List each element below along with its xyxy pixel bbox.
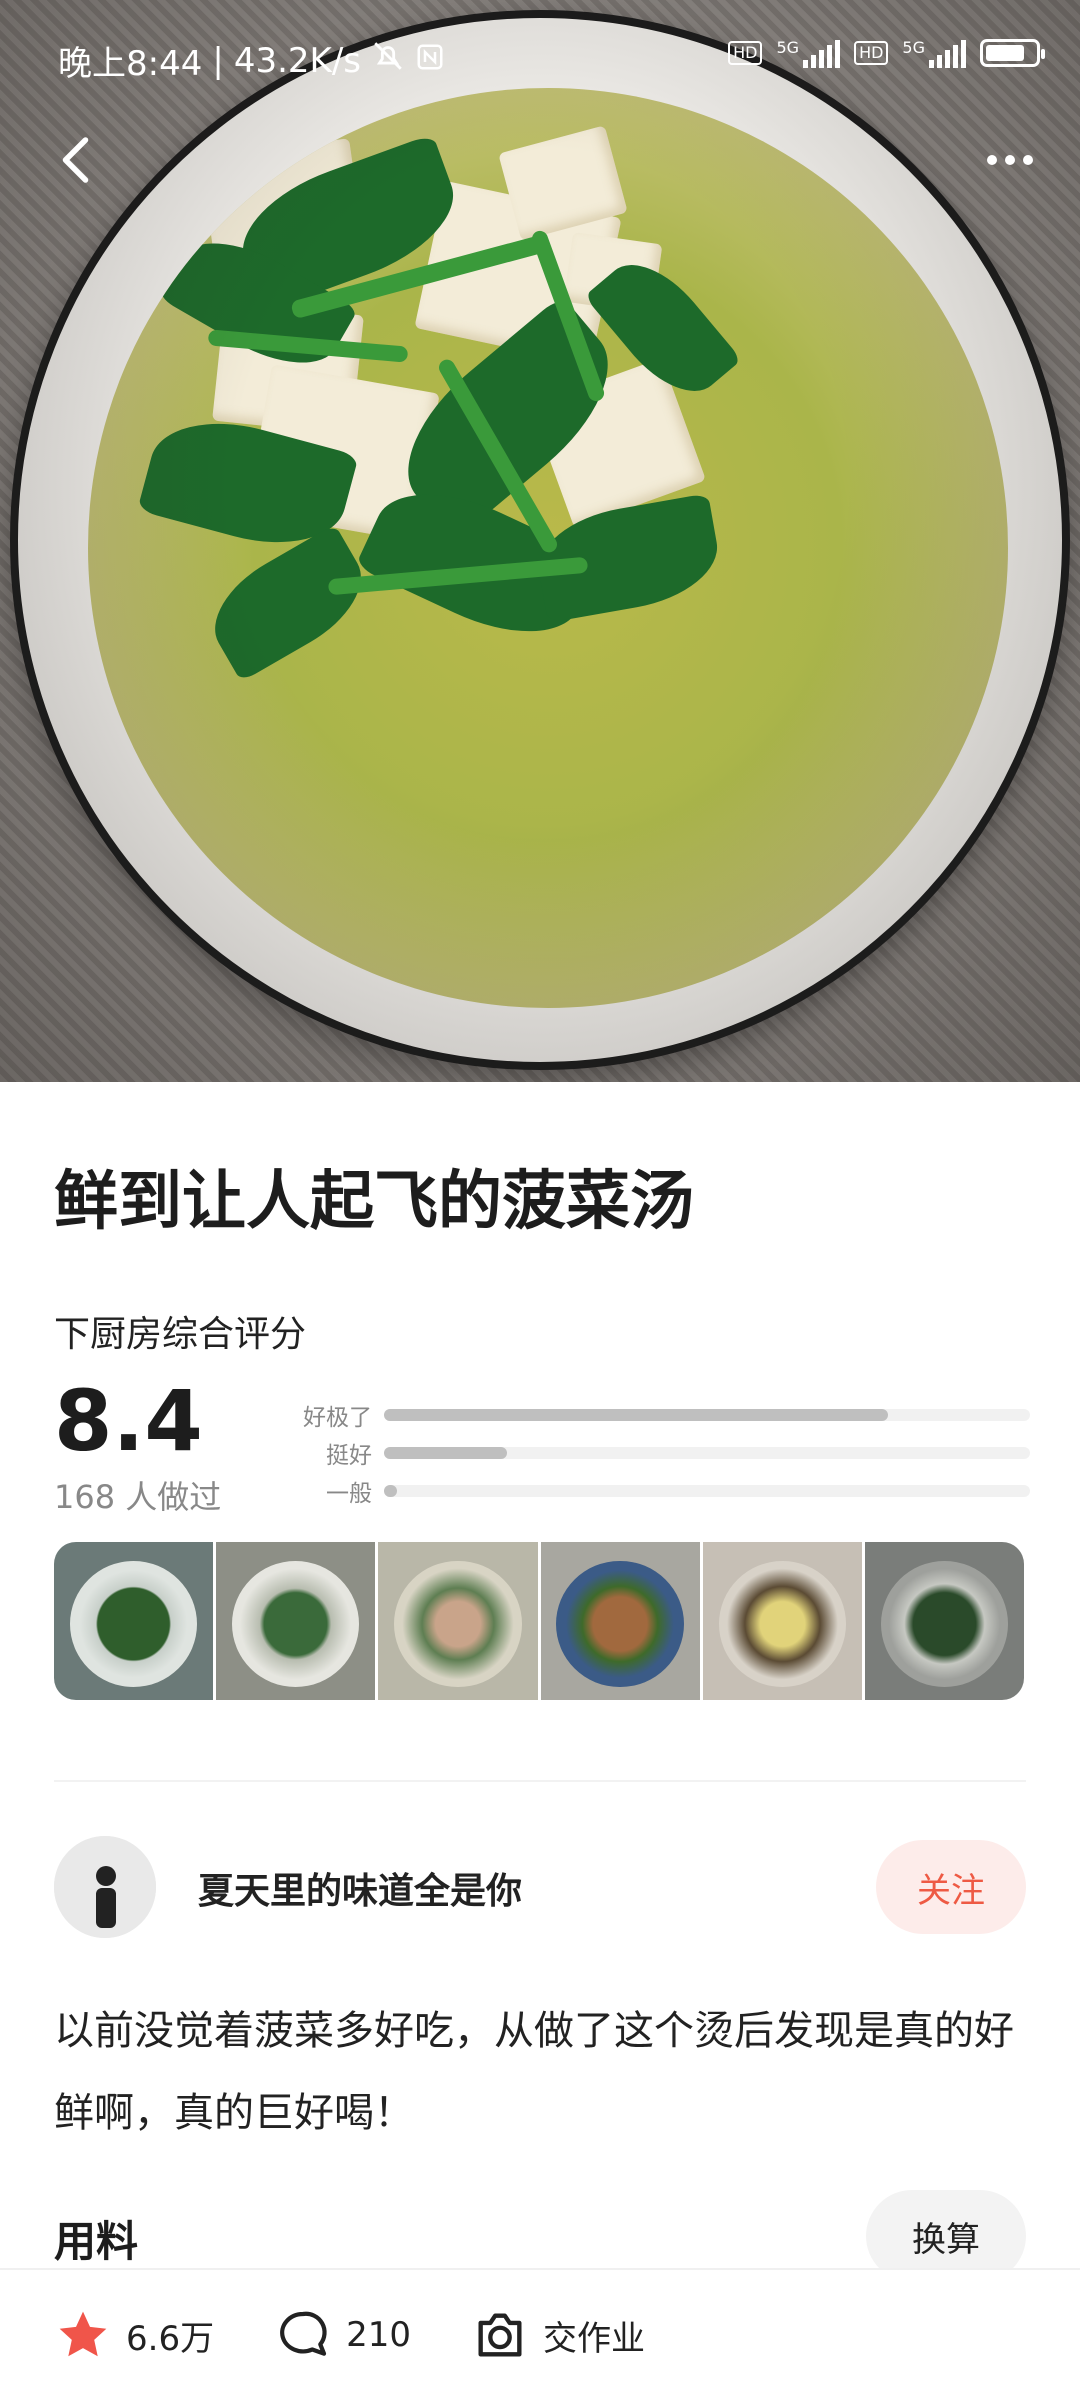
more-button[interactable] — [980, 140, 1040, 180]
rating-row-label: 挺好 — [326, 1443, 372, 1469]
recipe-title: 鲜到让人起飞的菠菜汤 — [54, 1165, 694, 1239]
user-photo[interactable] — [702, 1542, 865, 1700]
signal-icon-2: 5G — [902, 38, 966, 68]
made-count[interactable]: 168 人做过 — [54, 1472, 221, 1518]
rating-breakdown: 好极了 挺好 一般 — [290, 1396, 1030, 1510]
hd-badge-2: HD — [854, 41, 889, 65]
favorite-button[interactable]: 6.6万 — [54, 2306, 214, 2364]
divider — [54, 1780, 1026, 1782]
author-avatar[interactable] — [54, 1836, 156, 1938]
back-button[interactable] — [48, 130, 108, 190]
status-time: 晚上8:44 — [58, 44, 203, 84]
comment-icon — [274, 2306, 332, 2364]
rating-bar-fill — [384, 1409, 888, 1421]
rating-row: 好极了 — [290, 1396, 1030, 1434]
comment-button[interactable]: 210 — [274, 2306, 411, 2364]
rating-bar-fill — [384, 1485, 397, 1497]
user-photos-strip[interactable] — [54, 1542, 1024, 1700]
favorite-count: 6.6万 — [126, 2318, 215, 2359]
signal-icon-1: 5G — [776, 38, 841, 68]
rating-row: 挺好 — [290, 1434, 1030, 1472]
star-icon — [54, 2306, 112, 2364]
author-name[interactable]: 夏天里的味道全是你 — [198, 1862, 522, 1914]
user-photo[interactable] — [540, 1542, 703, 1700]
recipe-description: 以前没觉着菠菜多好吃，从做了这个烫后发现是真的好鲜啊，真的巨好喝！ — [54, 2008, 1014, 2136]
rating-label: 下厨房综合评分 — [54, 1314, 307, 1355]
follow-button[interactable]: 关注 — [876, 1840, 1026, 1934]
hero-image[interactable]: 晚上8:44 | 43.2K/s HD 5G HD 5G — [0, 0, 1080, 1082]
rating-row: 一般 — [290, 1472, 1030, 1510]
avatar-image — [54, 1836, 156, 1938]
ingredients-heading: 用料 — [54, 2217, 139, 2266]
rating-bar-fill — [384, 1447, 507, 1459]
hd-badge-1: HD — [728, 41, 763, 65]
back-arrow-icon — [62, 137, 89, 183]
homework-button[interactable]: 交作业 — [471, 2306, 645, 2364]
rating-row-label: 好极了 — [303, 1405, 372, 1431]
nfc-icon — [415, 41, 445, 81]
more-icon — [987, 155, 997, 165]
bell-mute-icon — [371, 39, 405, 82]
status-bar: 晚上8:44 | 43.2K/s HD 5G HD 5G — [0, 0, 1080, 110]
user-photo[interactable] — [216, 1542, 379, 1700]
rating-score: 8.4 — [54, 1372, 203, 1470]
user-photo[interactable] — [378, 1542, 541, 1700]
user-photo[interactable] — [864, 1542, 1024, 1700]
user-photo[interactable] — [54, 1542, 217, 1700]
rating-row-label: 一般 — [326, 1481, 372, 1507]
status-net-speed: 43.2K/s — [233, 40, 361, 81]
comment-count: 210 — [346, 2315, 411, 2355]
camera-icon — [471, 2306, 529, 2364]
homework-label: 交作业 — [542, 2318, 645, 2359]
battery-icon — [980, 39, 1045, 67]
bottom-action-bar: 6.6万 210 交作业 — [0, 2268, 1080, 2400]
